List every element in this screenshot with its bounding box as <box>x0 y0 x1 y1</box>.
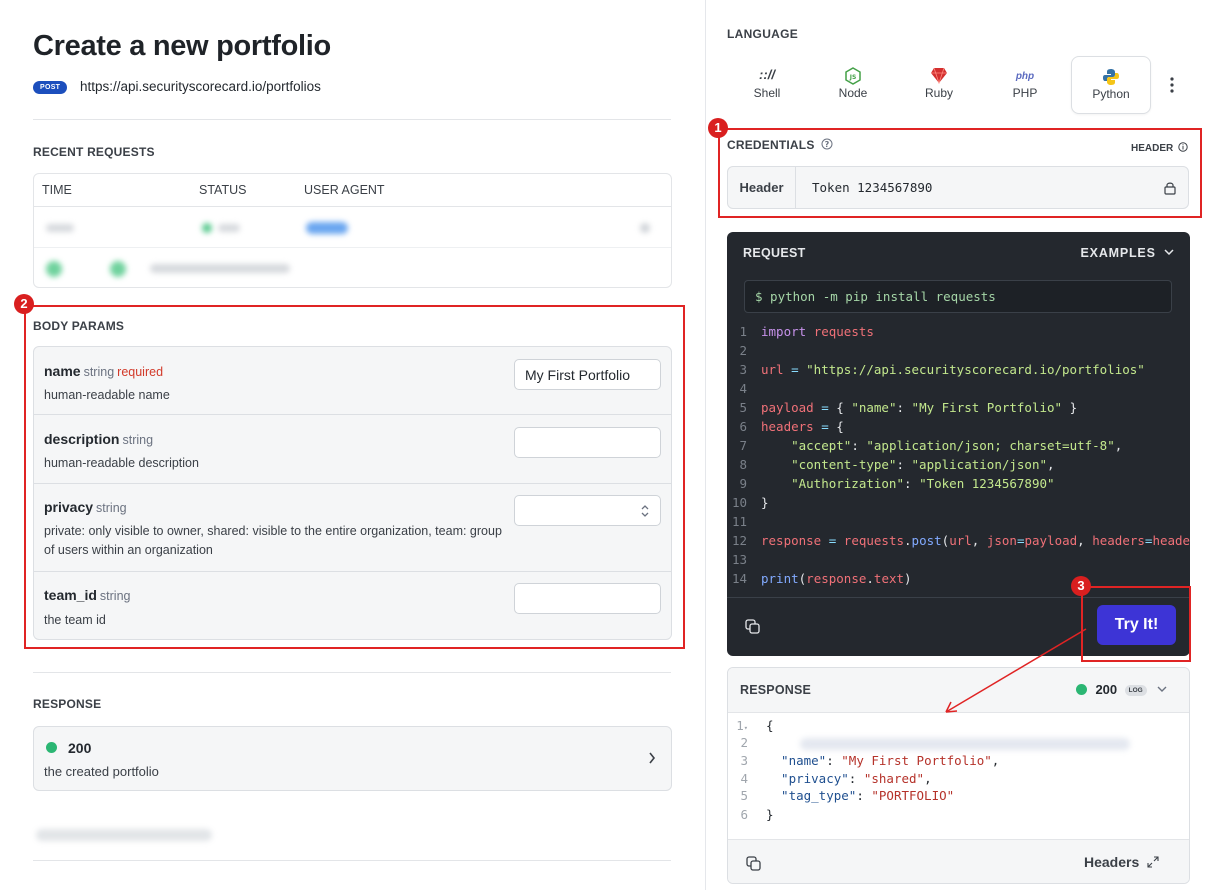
blurred-footer-link <box>36 829 212 841</box>
success-dot-icon <box>1076 684 1087 695</box>
page-title: Create a new portfolio <box>33 30 331 62</box>
response-line: 4 "privacy": "shared", <box>740 771 932 786</box>
response-200-card[interactable]: 200 the created portfolio <box>33 726 672 791</box>
more-options-icon[interactable] <box>1170 77 1174 93</box>
code-line: 1 import requests <box>739 324 874 339</box>
response-status-dropdown[interactable]: 200 LOG <box>1076 681 1167 699</box>
divider <box>33 119 671 120</box>
install-command: $ python -m pip install requests <box>744 280 1172 313</box>
response-line: 6} <box>740 807 774 822</box>
right-pane: LANGUAGE ::// Shell JS Node Ruby php PHP… <box>705 0 1209 890</box>
svg-text:JS: JS <box>849 74 857 81</box>
log-badge: LOG <box>1124 685 1147 696</box>
code-line: 12 response = requests.post(url, json=pay… <box>731 533 1190 548</box>
response-status-code: 200 <box>1095 682 1118 697</box>
highlight-box-2 <box>24 305 685 649</box>
chevron-right-icon <box>649 752 656 764</box>
language-tab-shell[interactable]: ::// Shell <box>727 56 807 114</box>
language-tab-php[interactable]: php PHP <box>985 56 1065 114</box>
node-icon: JS <box>845 66 861 85</box>
copy-icon[interactable] <box>746 856 761 871</box>
ruby-icon <box>931 67 947 85</box>
code-line: 7 "accept": "application/json; charset=u… <box>739 438 1123 453</box>
shell-icon: ::// <box>759 67 775 82</box>
column-header-user-agent: USER AGENT <box>304 183 385 197</box>
code-line: 5 payload = { "name": "My First Portfolio… <box>739 400 1078 415</box>
recent-requests-table: TIME STATUS USER AGENT <box>33 173 672 288</box>
column-header-time: TIME <box>42 183 72 197</box>
chevron-down-icon <box>1164 249 1174 256</box>
code-line: 10} <box>731 495 769 510</box>
code-line: 13 <box>731 552 747 567</box>
code-line: 4 <box>739 381 747 396</box>
recent-requests-title: RECENT REQUESTS <box>33 145 155 159</box>
table-row[interactable] <box>34 208 671 248</box>
language-label-php: PHP <box>1012 86 1038 100</box>
language-tab-node[interactable]: JS Node <box>813 56 893 114</box>
response-status: 200 <box>68 740 92 756</box>
language-tab-python[interactable]: Python <box>1071 56 1151 114</box>
language-label-python: Python <box>1092 87 1130 101</box>
language-label-node: Node <box>838 86 868 100</box>
divider <box>33 672 671 673</box>
copy-icon[interactable] <box>745 619 760 634</box>
response-description: the created portfolio <box>44 764 159 779</box>
code-line: 8 "content-type": "application/json", <box>739 457 1055 472</box>
response-line: 3 "name": "My First Portfolio", <box>740 753 1000 768</box>
language-tab-ruby[interactable]: Ruby <box>899 56 979 114</box>
expand-icon <box>1147 856 1159 868</box>
annotation-badge-2: 2 <box>14 294 34 314</box>
highlight-box-3 <box>1081 586 1191 662</box>
endpoint-url: https://api.securityscorecard.io/portfol… <box>80 79 321 94</box>
chevron-down-icon <box>1157 686 1167 692</box>
code-line: 9 "Authorization": "Token 1234567890" <box>739 476 1055 491</box>
response-panel: RESPONSE 200 LOG 1▾{ 2 3 "name": "My Fir… <box>727 667 1190 884</box>
headers-button[interactable]: Headers <box>1084 854 1159 870</box>
left-pane: Create a new portfolio POST https://api.… <box>0 0 705 890</box>
examples-label: EXAMPLES <box>1080 246 1156 260</box>
response-line: 2 <box>728 734 1130 751</box>
response-line: 5 "tag_type": "PORTFOLIO" <box>740 788 955 803</box>
response-line: 1▾{ <box>736 718 774 733</box>
request-title: REQUEST <box>743 246 806 260</box>
response-panel-title: RESPONSE <box>740 683 812 697</box>
success-dot-icon <box>46 742 57 753</box>
language-label-ruby: Ruby <box>924 86 953 100</box>
column-header-status: STATUS <box>199 183 247 197</box>
code-line: 3 url = "https://api.securityscorecard.io… <box>739 362 1145 377</box>
blurred-response-line <box>800 738 1130 750</box>
highlight-box-1 <box>718 128 1202 218</box>
table-row[interactable] <box>34 249 671 287</box>
code-line: 6 headers = { <box>739 419 844 434</box>
method-badge: POST <box>33 81 68 94</box>
code-line: 2 <box>739 343 747 358</box>
php-icon: php <box>1015 71 1035 82</box>
table-header: TIME STATUS USER AGENT <box>34 174 671 207</box>
divider <box>33 860 671 861</box>
examples-dropdown[interactable]: EXAMPLES <box>1081 246 1174 260</box>
language-label-shell: Shell <box>753 86 781 100</box>
annotation-badge-3: 3 <box>1071 576 1091 596</box>
code-line: 11 <box>731 514 747 529</box>
annotation-badge-1: 1 <box>708 118 728 138</box>
response-section-title: RESPONSE <box>33 697 102 711</box>
code-line: 14 print(response.text) <box>731 571 912 586</box>
language-label: LANGUAGE <box>727 27 799 41</box>
headers-label: Headers <box>1084 854 1140 870</box>
python-icon <box>1103 68 1119 85</box>
